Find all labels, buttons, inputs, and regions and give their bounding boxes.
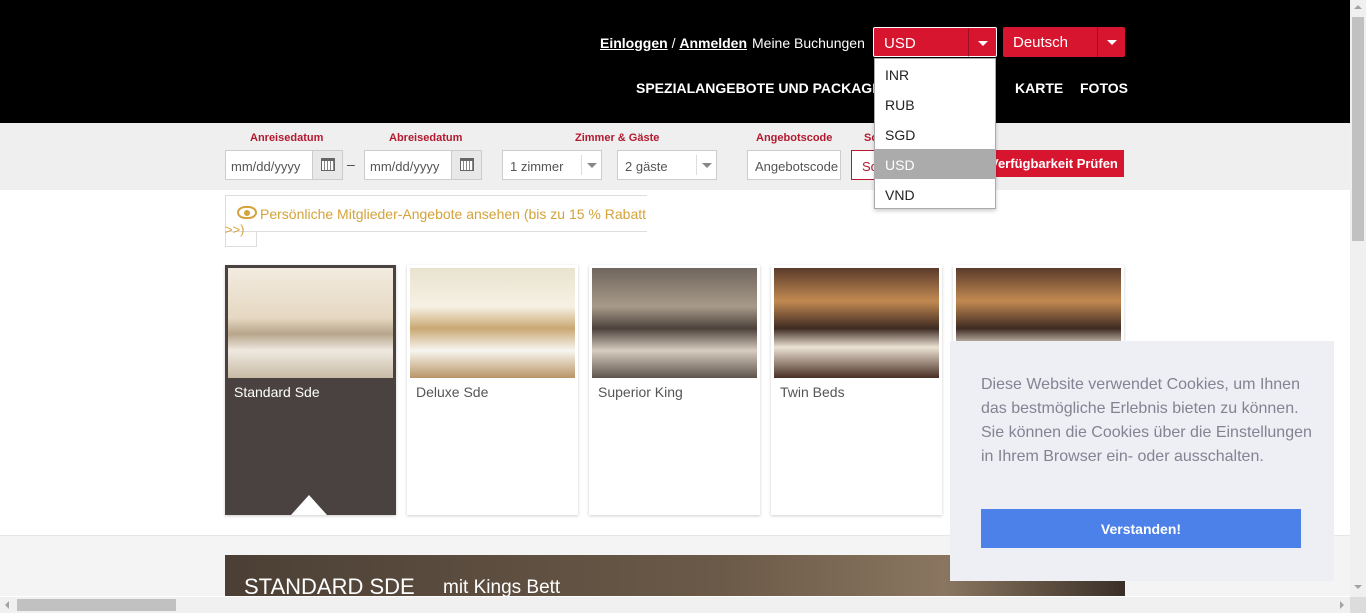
currency-option-sgd[interactable]: SGD bbox=[875, 119, 995, 149]
room-name: Standard Sde bbox=[234, 384, 320, 400]
horizontal-scroll-thumb[interactable] bbox=[17, 599, 176, 611]
scroll-left-icon[interactable] bbox=[5, 601, 9, 609]
chevron-down-icon bbox=[1097, 27, 1125, 57]
chevron-down-icon bbox=[968, 28, 996, 58]
login-link[interactable]: Einloggen bbox=[600, 35, 668, 51]
room-detail-title: STANDARD SDE bbox=[244, 574, 415, 596]
calendar-icon bbox=[460, 158, 474, 171]
room-card-twin-beds[interactable]: Twin Beds bbox=[771, 265, 942, 515]
vertical-scrollbar[interactable] bbox=[1350, 0, 1366, 597]
calendar-icon bbox=[321, 158, 335, 171]
scroll-up-icon[interactable] bbox=[1354, 5, 1362, 9]
arrival-date-placeholder: mm/dd/yyyy bbox=[231, 159, 301, 174]
check-availability-button[interactable]: Verfügbarkeit Prüfen bbox=[978, 150, 1124, 177]
chevron-down-icon bbox=[696, 155, 716, 175]
auth-separator: / bbox=[671, 35, 676, 51]
currency-select[interactable]: USD bbox=[873, 27, 997, 58]
date-range-dash: – bbox=[347, 156, 355, 172]
currency-option-vnd[interactable]: VND bbox=[875, 179, 995, 209]
scroll-right-icon[interactable] bbox=[1340, 601, 1344, 609]
room-photo bbox=[228, 268, 393, 378]
cookie-accept-button[interactable]: Verstanden! bbox=[981, 509, 1301, 548]
rooms-select[interactable]: 1 zimmer bbox=[502, 150, 602, 180]
currency-option-usd[interactable]: USD bbox=[875, 149, 995, 179]
room-name: Deluxe Sde bbox=[416, 384, 489, 400]
departure-date-placeholder: mm/dd/yyyy bbox=[370, 159, 440, 174]
departure-calendar-button[interactable] bbox=[451, 151, 481, 179]
horizontal-scrollbar[interactable] bbox=[0, 597, 1350, 613]
room-photo bbox=[410, 268, 575, 378]
cookie-notice-text: Diese Website verwendet Cookies, um Ihne… bbox=[981, 376, 1312, 465]
offer-code-label: Angebotscode bbox=[756, 132, 833, 144]
room-name: Superior King bbox=[598, 384, 683, 400]
currency-dropdown-list: INR RUB SGD USD VND bbox=[874, 58, 996, 209]
currency-selected-value: USD bbox=[884, 35, 916, 52]
member-offer-text-cont[interactable]: >>) bbox=[225, 222, 245, 237]
eye-icon bbox=[237, 206, 257, 219]
register-link[interactable]: Anmelden bbox=[679, 35, 747, 51]
header-bar bbox=[0, 0, 1350, 123]
scroll-down-icon[interactable] bbox=[1354, 585, 1362, 589]
vertical-scroll-thumb[interactable] bbox=[1352, 17, 1364, 241]
language-select[interactable]: Deutsch bbox=[1003, 27, 1125, 57]
nav-specials[interactable]: SPEZIALANGEBOTE UND PACKAGES bbox=[636, 80, 891, 96]
currency-option-rub[interactable]: RUB bbox=[875, 89, 995, 119]
scrollbar-corner bbox=[1350, 597, 1366, 613]
my-bookings-link[interactable]: Meine Buchungen bbox=[752, 35, 865, 51]
nav-map[interactable]: KARTE bbox=[1015, 80, 1063, 96]
room-photo bbox=[592, 268, 757, 378]
currency-option-inr[interactable]: INR bbox=[875, 59, 995, 89]
language-selected-value: Deutsch bbox=[1013, 34, 1069, 51]
guests-select[interactable]: 2 gäste bbox=[617, 150, 717, 180]
departure-label: Abreisedatum bbox=[389, 132, 463, 144]
room-card-superior-king[interactable]: Superior King bbox=[589, 265, 760, 515]
arrival-label: Anreisedatum bbox=[250, 132, 324, 144]
room-photo bbox=[774, 268, 939, 378]
cookie-notice: Diese Website verwendet Cookies, um Ihne… bbox=[950, 341, 1334, 581]
nav-photos[interactable]: FOTOS bbox=[1080, 80, 1128, 96]
room-name: Twin Beds bbox=[780, 384, 845, 400]
arrival-date-input[interactable]: mm/dd/yyyy bbox=[225, 150, 343, 180]
departure-date-input[interactable]: mm/dd/yyyy bbox=[364, 150, 482, 180]
room-detail-subtitle: mit Kings Bett bbox=[443, 577, 561, 596]
offer-code-input[interactable]: Angebotscode bbox=[747, 150, 841, 180]
chevron-down-icon bbox=[581, 155, 601, 175]
room-card-deluxe[interactable]: Deluxe Sde bbox=[407, 265, 578, 515]
active-pointer-icon bbox=[291, 495, 327, 515]
rooms-value: 1 zimmer bbox=[510, 159, 564, 174]
room-card-standard[interactable]: Standard Sde bbox=[225, 265, 396, 515]
guests-value: 2 gäste bbox=[625, 159, 668, 174]
auth-links: Einloggen / Anmelden bbox=[600, 35, 747, 51]
member-offer-text[interactable]: Persönliche Mitglieder-Angebote ansehen … bbox=[260, 206, 646, 222]
rooms-guests-label: Zimmer & Gäste bbox=[575, 132, 660, 144]
offer-code-placeholder: Angebotscode bbox=[755, 159, 839, 174]
arrival-calendar-button[interactable] bbox=[312, 151, 342, 179]
